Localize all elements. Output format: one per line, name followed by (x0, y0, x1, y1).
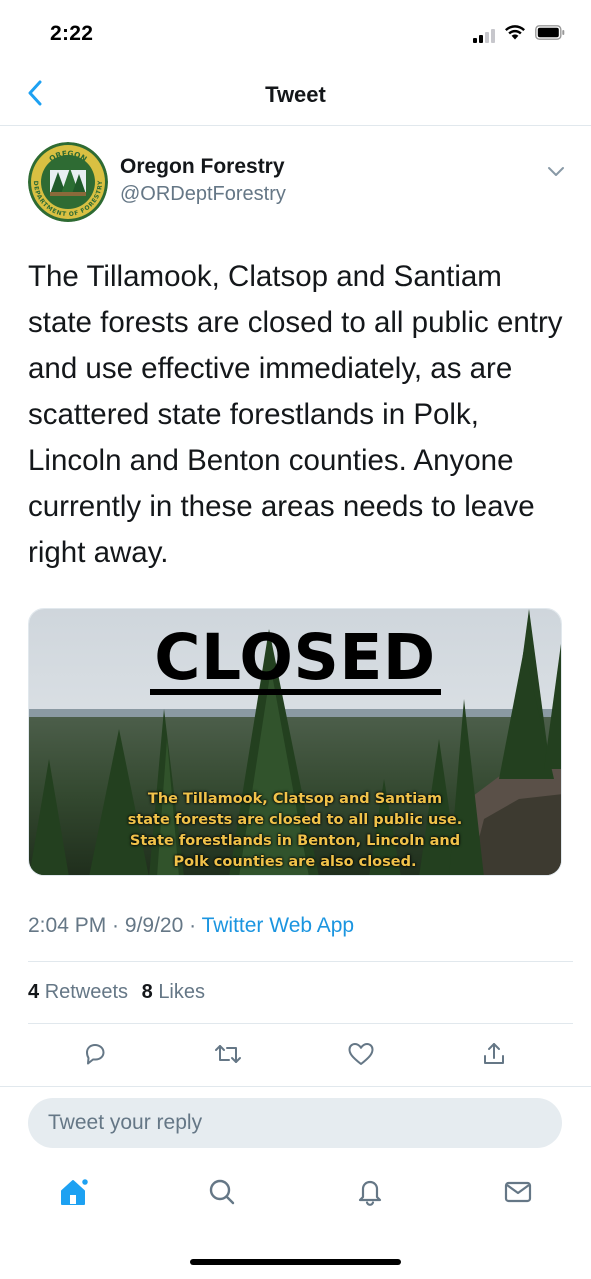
reply-input[interactable] (28, 1098, 562, 1148)
tab-messages[interactable] (498, 1174, 538, 1214)
tweet-timestamp: 2:04 PM · 9/9/20 · Twitter Web App (28, 914, 355, 937)
battery-icon (535, 24, 565, 45)
tab-notifications[interactable] (350, 1174, 390, 1214)
retweets-stat[interactable]: 4 Retweets (28, 981, 128, 1003)
media-headline: CLOSED (154, 621, 436, 694)
wifi-icon (504, 24, 526, 45)
cellular-signal-icon (473, 27, 495, 43)
home-indicator (190, 1259, 401, 1265)
status-bar: 2:22 (0, 0, 591, 66)
status-icons (473, 24, 565, 45)
search-icon (206, 1176, 238, 1213)
oregon-forestry-logo: OREGON DEPARTMENT OF FORESTRY (28, 142, 108, 222)
retweet-button[interactable] (208, 1036, 248, 1076)
tab-bar (0, 1168, 591, 1228)
media-caption-line: state forests are closed to all public u… (127, 812, 463, 828)
tweet-stats: 4 Retweets 8 Likes (28, 981, 213, 1004)
media-caption-line: State forestlands in Benton, Lincoln and (129, 833, 461, 849)
nav-bar: Tweet (0, 66, 591, 126)
more-options-button[interactable] (543, 158, 569, 184)
likes-stat[interactable]: 8 Likes (142, 981, 205, 1003)
page-title: Tweet (265, 82, 326, 107)
retweets-count: 4 (28, 981, 40, 1003)
reply-icon (82, 1041, 108, 1072)
bell-icon (354, 1176, 386, 1213)
divider (28, 1023, 573, 1024)
mail-icon (502, 1176, 534, 1213)
reply-button[interactable] (75, 1036, 115, 1076)
like-button[interactable] (341, 1036, 381, 1076)
retweet-icon (213, 1041, 243, 1072)
media-caption-line: The Tillamook, Clatsop and Santiam (147, 791, 443, 807)
status-time: 2:22 (50, 22, 94, 45)
headline-underline (150, 689, 441, 695)
tab-home[interactable] (54, 1174, 94, 1214)
tweet-time: 2:04 PM (28, 914, 107, 937)
avatar[interactable]: OREGON DEPARTMENT OF FORESTRY (28, 142, 108, 222)
media-caption: The Tillamook, Clatsop and Santiam state… (29, 789, 561, 873)
tweet-media-image[interactable]: CLOSED The Tillamook, Clatsop and Santia… (28, 608, 562, 876)
likes-label: Likes (158, 981, 206, 1003)
author-name[interactable]: Oregon Forestry (120, 155, 285, 179)
tweet-date: 9/9/20 (124, 914, 184, 937)
tweet-actions (0, 1036, 591, 1076)
tweet-text: The Tillamook, Clatsop and Santiam state… (28, 260, 563, 569)
divider (28, 961, 573, 962)
media-caption-line: Polk counties are also closed. (173, 854, 417, 870)
tweet-source-link[interactable]: Twitter Web App (202, 914, 355, 937)
tab-search[interactable] (202, 1174, 242, 1214)
likes-count: 8 (141, 981, 153, 1003)
retweets-label: Retweets (44, 981, 129, 1003)
share-icon (481, 1041, 507, 1072)
author-handle[interactable]: @ORDeptForestry (120, 183, 286, 206)
divider (0, 1086, 591, 1087)
share-button[interactable] (474, 1036, 514, 1076)
home-icon (58, 1176, 90, 1213)
chevron-down-icon (543, 167, 569, 188)
heart-icon (347, 1041, 375, 1072)
